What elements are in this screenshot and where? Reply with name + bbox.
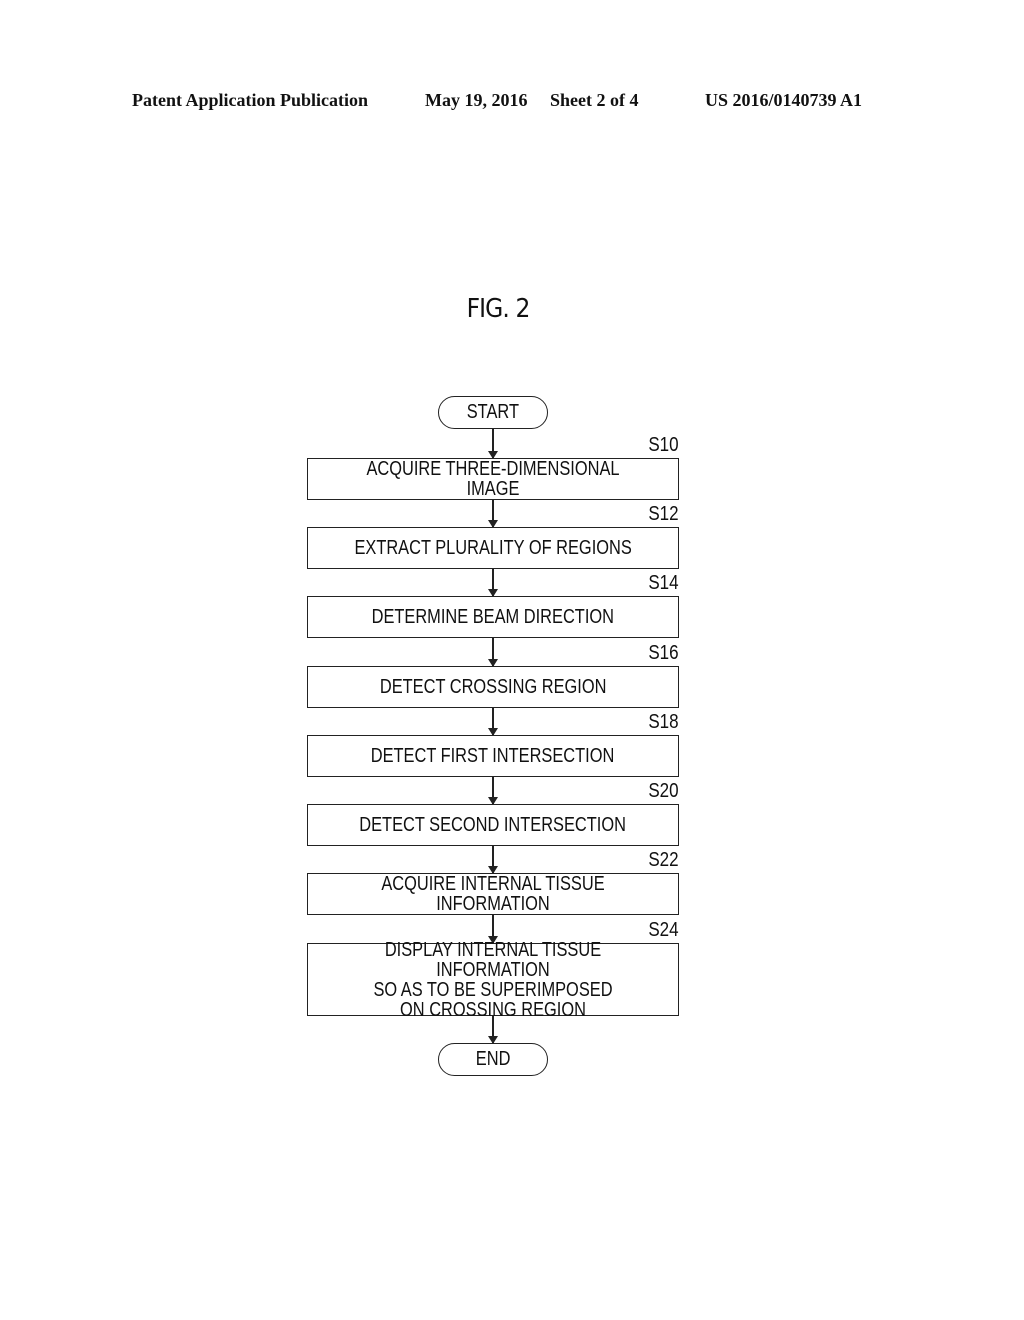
process-step-box: DISPLAY INTERNAL TISSUE INFORMATION SO A…	[307, 940, 679, 1020]
process-step-text: DETECT FIRST INTERSECTION	[371, 745, 615, 767]
process-step-box: ACQUIRE THREE-DIMENSIONAL IMAGE	[307, 458, 679, 500]
step-id-label: S24	[648, 919, 679, 941]
step-id-label: S10	[648, 434, 679, 456]
publication-date: May 19, 2016	[425, 90, 528, 110]
flow-arrow	[488, 1016, 498, 1044]
patent-header: Patent Application Publication May 19, 2…	[0, 90, 1024, 114]
start-label: START	[466, 401, 520, 423]
flow-arrow	[488, 777, 498, 805]
flow-arrow	[488, 500, 498, 528]
step-id-label: S16	[648, 642, 679, 664]
process-step-box: DETERMINE BEAM DIRECTION	[307, 596, 679, 638]
sheet-number: Sheet 2 of 4	[550, 90, 639, 110]
flow-arrow	[488, 708, 498, 736]
flow-arrow	[488, 846, 498, 874]
process-step-text: DISPLAY INTERNAL TISSUE INFORMATION SO A…	[373, 938, 613, 1021]
process-step-text: ACQUIRE THREE-DIMENSIONAL IMAGE	[366, 458, 620, 500]
flow-arrow	[488, 638, 498, 667]
publication-label: Patent Application Publication	[132, 90, 369, 110]
step-id-label: S22	[648, 849, 679, 871]
process-step-text: DETECT SECOND INTERSECTION	[359, 814, 627, 836]
process-step-text: ACQUIRE INTERNAL TISSUE INFORMATION	[381, 873, 605, 915]
process-step-box: DETECT CROSSING REGION	[307, 666, 679, 708]
patent-number: US 2016/0140739 A1	[705, 90, 863, 110]
process-step-text: EXTRACT PLURALITY OF REGIONS	[354, 537, 632, 559]
figure-title: FIG. 2	[466, 294, 531, 324]
process-step-box: ACQUIRE INTERNAL TISSUE INFORMATION	[307, 873, 679, 915]
step-id-label: S12	[648, 503, 679, 525]
start-terminal: START	[438, 396, 548, 429]
process-step-box: EXTRACT PLURALITY OF REGIONS	[307, 527, 679, 569]
process-step-text: DETERMINE BEAM DIRECTION	[371, 606, 615, 628]
flow-arrow	[488, 569, 498, 597]
step-id-label: S18	[648, 711, 679, 733]
process-step-box: DETECT FIRST INTERSECTION	[307, 735, 679, 777]
end-terminal: END	[438, 1043, 548, 1076]
step-id-label: S14	[648, 572, 679, 594]
process-step-box: DETECT SECOND INTERSECTION	[307, 804, 679, 846]
end-label: END	[475, 1048, 511, 1070]
flow-arrow	[488, 429, 498, 459]
step-id-label: S20	[648, 780, 679, 802]
process-step-text: DETECT CROSSING REGION	[379, 676, 607, 698]
